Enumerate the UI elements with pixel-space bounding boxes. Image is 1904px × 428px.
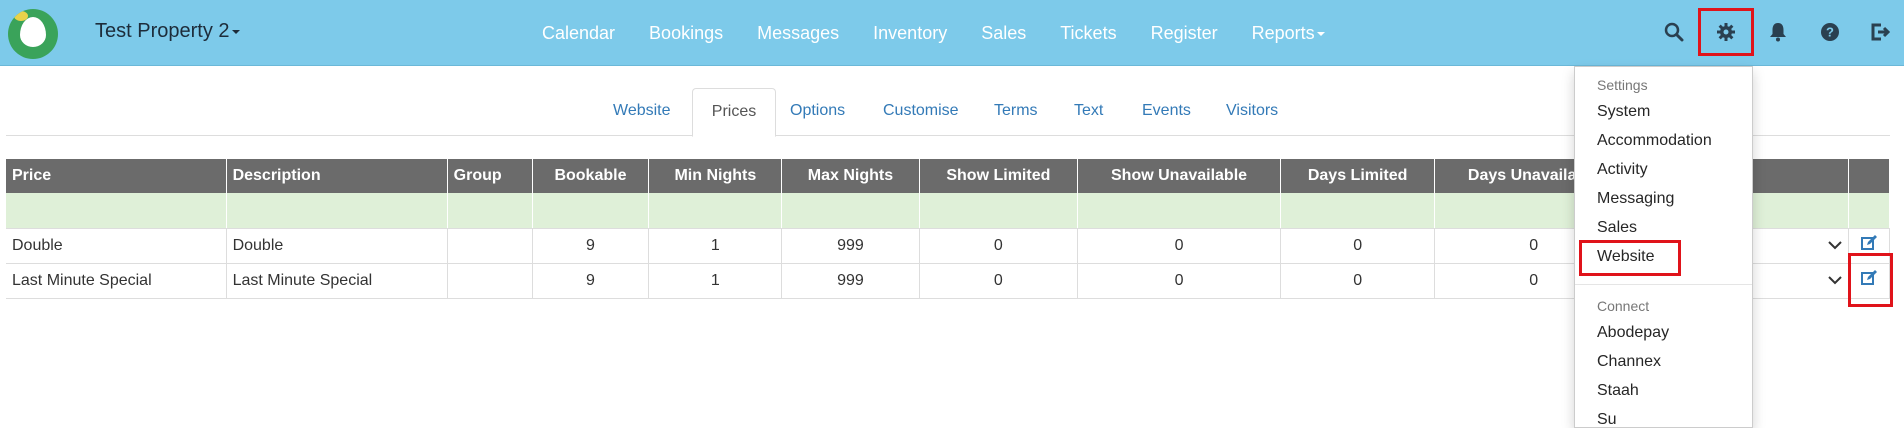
main-nav: Calendar Bookings Messages Inventory Sal… xyxy=(542,0,1359,66)
nav-inventory[interactable]: Inventory xyxy=(873,23,947,44)
menu-item-messaging[interactable]: Messaging xyxy=(1597,190,1674,208)
top-navbar: Test Property 2 Calendar Bookings Messag… xyxy=(0,0,1904,66)
column-header[interactable]: Show Limited xyxy=(919,159,1079,193)
gear-highlight xyxy=(1698,8,1754,56)
cell-show-limited: 0 xyxy=(919,263,1079,299)
menu-item-system[interactable]: System xyxy=(1597,103,1650,121)
property-selector[interactable]: Test Property 2 xyxy=(95,20,240,43)
cell-days-limited: 0 xyxy=(1280,263,1436,299)
filter-cell[interactable] xyxy=(6,193,227,229)
filter-cell[interactable] xyxy=(648,193,783,229)
caret-down-icon xyxy=(231,29,240,34)
column-header[interactable]: Description xyxy=(226,159,448,193)
filter-cell[interactable] xyxy=(1848,193,1891,229)
tab-website[interactable]: Website xyxy=(613,88,671,136)
cell-group xyxy=(447,228,533,264)
cell-show-limited: 0 xyxy=(919,228,1079,264)
cell-description: Last Minute Special xyxy=(226,263,448,299)
menu-item-staah[interactable]: Staah xyxy=(1597,382,1639,400)
filter-cell[interactable] xyxy=(532,193,650,229)
column-header[interactable]: Max Nights xyxy=(781,159,920,193)
cell-min-nights: 1 xyxy=(648,263,783,299)
nav-messages[interactable]: Messages xyxy=(757,23,839,44)
column-header-empty xyxy=(1848,159,1891,193)
cell-days-limited: 0 xyxy=(1280,228,1436,264)
nav-bookings[interactable]: Bookings xyxy=(649,23,723,44)
cell-bookable: 9 xyxy=(532,228,650,264)
column-header[interactable]: Price xyxy=(6,159,227,193)
menu-item-abodepay[interactable]: Abodepay xyxy=(1597,324,1669,342)
caret-down-icon xyxy=(1316,31,1325,36)
menu-item-channex[interactable]: Channex xyxy=(1597,353,1661,371)
menu-item-sales[interactable]: Sales xyxy=(1597,219,1637,237)
edit-icon[interactable] xyxy=(1860,235,1877,251)
nav-sales[interactable]: Sales xyxy=(981,23,1026,44)
filter-cell[interactable] xyxy=(226,193,448,229)
bell-icon[interactable] xyxy=(1764,18,1792,46)
property-name: Test Property 2 xyxy=(95,20,230,42)
tab-prices[interactable]: Prices xyxy=(692,88,776,137)
tab-text[interactable]: Text xyxy=(1074,88,1103,136)
cell-group xyxy=(447,263,533,299)
dropdown-divider xyxy=(1575,284,1752,285)
cell-description: Double xyxy=(226,228,448,264)
cell-price: Double xyxy=(6,228,227,264)
column-header[interactable]: Group xyxy=(447,159,533,193)
chevron-down-icon[interactable] xyxy=(1828,240,1842,250)
cell-max-nights: 999 xyxy=(781,263,920,299)
tab-customise[interactable]: Customise xyxy=(883,88,959,136)
dropdown-header-connect: Connect xyxy=(1597,298,1650,314)
filter-cell[interactable] xyxy=(1280,193,1436,229)
help-icon[interactable]: ? xyxy=(1816,18,1844,46)
menu-item-activity[interactable]: Activity xyxy=(1597,161,1648,179)
logo[interactable] xyxy=(8,9,58,59)
tab-events[interactable]: Events xyxy=(1142,88,1191,136)
cell-min-nights: 1 xyxy=(648,228,783,264)
nav-tickets[interactable]: Tickets xyxy=(1060,23,1116,44)
edit-highlight xyxy=(1848,253,1893,307)
cell-show-unavailable: 0 xyxy=(1077,228,1281,264)
filter-cell[interactable] xyxy=(919,193,1079,229)
column-header[interactable]: Show Unavailable xyxy=(1077,159,1281,193)
logout-icon[interactable] xyxy=(1866,18,1894,46)
column-header[interactable]: Bookable xyxy=(532,159,650,193)
nav-calendar[interactable]: Calendar xyxy=(542,23,615,44)
chevron-down-icon[interactable] xyxy=(1828,275,1842,285)
nav-reports[interactable]: Reports xyxy=(1252,23,1325,44)
nav-reports-label: Reports xyxy=(1251,22,1315,43)
cell-show-unavailable: 0 xyxy=(1077,263,1281,299)
tab-options[interactable]: Options xyxy=(790,88,845,136)
column-header[interactable]: Days Limited xyxy=(1280,159,1436,193)
menu-item-accommodation[interactable]: Accommodation xyxy=(1597,132,1712,150)
dropdown-header-settings: Settings xyxy=(1597,77,1648,93)
filter-cell[interactable] xyxy=(781,193,920,229)
nav-register[interactable]: Register xyxy=(1151,23,1218,44)
filter-cell[interactable] xyxy=(447,193,533,229)
svg-text:?: ? xyxy=(1826,25,1834,40)
tab-visitors[interactable]: Visitors xyxy=(1226,88,1278,136)
cell-price: Last Minute Special xyxy=(6,263,227,299)
search-icon[interactable] xyxy=(1660,18,1688,46)
menu-item-su[interactable]: Su xyxy=(1597,411,1617,428)
cell-max-nights: 999 xyxy=(781,228,920,264)
website-highlight xyxy=(1579,240,1681,276)
cell-bookable: 9 xyxy=(532,263,650,299)
filter-cell[interactable] xyxy=(1077,193,1281,229)
column-header[interactable]: Min Nights xyxy=(648,159,783,193)
tab-terms[interactable]: Terms xyxy=(994,88,1038,136)
settings-dropdown: Settings System Accommodation Activity M… xyxy=(1574,66,1753,428)
